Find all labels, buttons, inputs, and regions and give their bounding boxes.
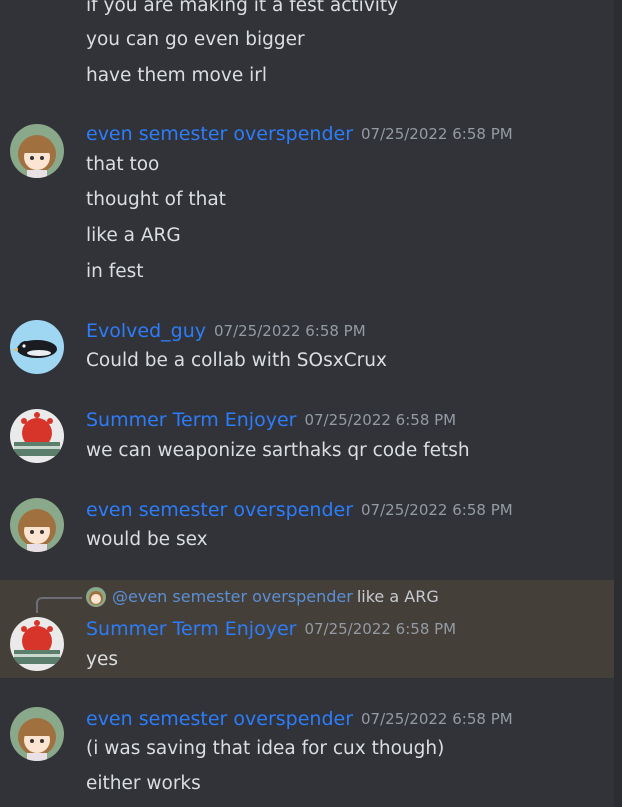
reply-text: like a ARG: [356, 587, 439, 606]
timestamp[interactable]: 07/25/2022 6:58 PM: [361, 710, 513, 728]
message-line: thought of that: [86, 189, 226, 210]
message-header: Summer Term Enjoyer 07/25/2022 6:58 PM: [86, 617, 456, 641]
penguin-avatar[interactable]: [10, 320, 64, 374]
anime-girl-avatar[interactable]: [10, 707, 64, 761]
message-line: either works: [86, 773, 201, 794]
message-line: Could be a collab with SOsxCrux: [86, 350, 387, 371]
username[interactable]: even semester overspender: [86, 499, 353, 521]
timestamp[interactable]: 07/25/2022 6:58 PM: [361, 501, 513, 519]
username[interactable]: Evolved_guy: [86, 320, 206, 342]
virus-meme-avatar[interactable]: [10, 617, 64, 671]
username[interactable]: even semester overspender: [86, 708, 353, 730]
anime-girl-avatar[interactable]: [10, 124, 64, 178]
scrollbar[interactable]: [614, 0, 622, 807]
timestamp[interactable]: 07/25/2022 6:58 PM: [304, 620, 456, 638]
username[interactable]: even semester overspender: [86, 123, 353, 145]
message-header: even semester overspender 07/25/2022 6:58…: [86, 707, 513, 731]
virus-meme-avatar[interactable]: [10, 409, 64, 463]
timestamp[interactable]: 07/25/2022 6:58 PM: [304, 411, 456, 429]
anime-girl-avatar[interactable]: [10, 498, 64, 552]
message-header: even semester overspender 07/25/2022 6:58…: [86, 122, 513, 146]
reply-avatar: [86, 587, 106, 607]
message-header: even semester overspender 07/25/2022 6:58…: [86, 498, 513, 522]
reply-mention[interactable]: @even semester overspender: [112, 587, 353, 606]
message-header: Summer Term Enjoyer 07/25/2022 6:58 PM: [86, 408, 456, 432]
message-line: have them move irl: [86, 65, 267, 86]
message-line: we can weaponize sarthaks qr code fetsh: [86, 440, 470, 461]
message-line: that too: [86, 154, 160, 175]
timestamp[interactable]: 07/25/2022 6:58 PM: [214, 322, 366, 340]
reply-spine: [36, 597, 82, 613]
message-header: Evolved_guy 07/25/2022 6:58 PM: [86, 319, 366, 343]
timestamp[interactable]: 07/25/2022 6:58 PM: [361, 125, 513, 143]
message-line: (i was saving that idea for cux though): [86, 738, 445, 759]
message-line: in fest: [86, 261, 144, 282]
message-line: if you are making it a fest activity: [86, 0, 399, 16]
username[interactable]: Summer Term Enjoyer: [86, 409, 296, 431]
message-line: yes: [86, 649, 118, 670]
message-line: would be sex: [86, 529, 208, 550]
message-line: like a ARG: [86, 225, 181, 246]
message-line: you can go even bigger: [86, 29, 305, 50]
username[interactable]: Summer Term Enjoyer: [86, 618, 296, 640]
reply-preview[interactable]: @even semester overspender like a ARG: [86, 586, 439, 608]
